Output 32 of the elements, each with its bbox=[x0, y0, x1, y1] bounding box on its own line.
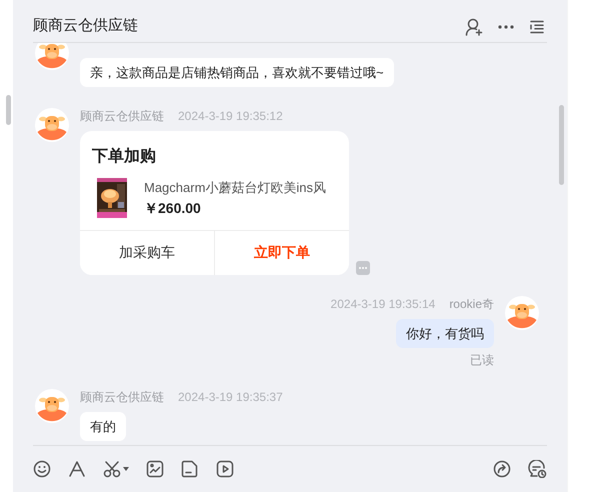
avatar bbox=[505, 296, 539, 330]
image-button[interactable] bbox=[146, 460, 164, 478]
message-bubble: 亲，这款商品是店铺热销商品，喜欢就不要错过哦~ bbox=[80, 58, 394, 87]
sender-name: 顾商云仓供应链 bbox=[80, 108, 164, 124]
product-price: ￥260.00 bbox=[144, 198, 202, 217]
add-person-icon[interactable] bbox=[465, 18, 483, 36]
message-time: 2024-3-19 19:35:37 bbox=[178, 388, 283, 405]
emoji-button[interactable] bbox=[33, 460, 51, 478]
message-bubble: 有的 bbox=[80, 412, 126, 441]
scissors-button[interactable] bbox=[103, 460, 129, 478]
sender-name: 顾商云仓供应链 bbox=[80, 388, 164, 405]
message-time: 2024-3-19 19:35:14 bbox=[330, 296, 436, 312]
share-button[interactable] bbox=[493, 460, 511, 478]
video-button[interactable] bbox=[216, 460, 234, 478]
avatar bbox=[35, 108, 69, 142]
chat-history-button[interactable] bbox=[528, 460, 547, 478]
caret-icon bbox=[123, 467, 129, 472]
list-icon[interactable] bbox=[529, 18, 545, 35]
read-receipt: 已读 bbox=[470, 352, 494, 368]
avatar bbox=[35, 42, 69, 70]
scrollbar-thumb[interactable] bbox=[6, 95, 11, 125]
sender-name: rookie奇 bbox=[449, 296, 494, 312]
avatar bbox=[35, 388, 69, 423]
card-title: 下单加购 bbox=[91, 146, 157, 167]
font-button[interactable] bbox=[68, 460, 86, 478]
product-name: Magcharm小蘑菇台灯欧美ins风 bbox=[144, 178, 326, 196]
scrollbar-thumb[interactable] bbox=[559, 104, 564, 185]
message-time: 2024-3-19 19:35:12 bbox=[178, 108, 283, 124]
file-button[interactable] bbox=[181, 460, 199, 478]
order-now-button[interactable]: 立即下单 bbox=[214, 230, 349, 275]
chat-title: 顾商云仓供应链 bbox=[33, 16, 138, 36]
message-bubble: 你好，有货吗 bbox=[396, 318, 494, 348]
